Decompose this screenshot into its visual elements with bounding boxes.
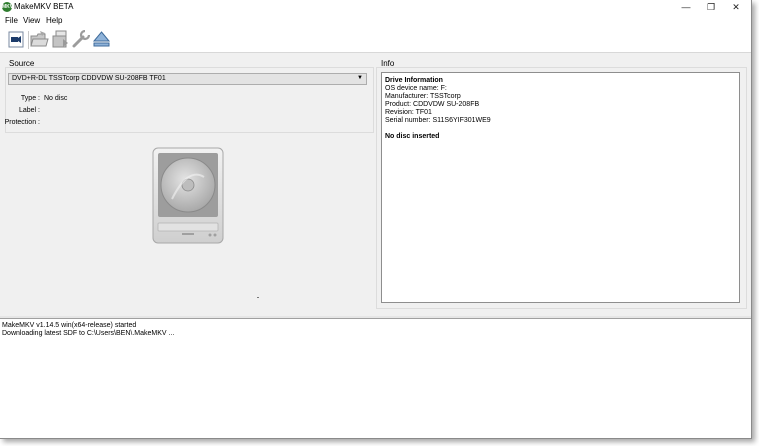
backup-icon[interactable]	[51, 30, 70, 49]
info-line: Manufacturer: TSSTcorp	[385, 93, 461, 100]
info-line: Revision: TF01	[385, 109, 432, 116]
info-line: OS device name: F:	[385, 85, 447, 92]
menu-view[interactable]: View	[23, 16, 40, 25]
drive-disc-icon[interactable]	[152, 147, 224, 244]
log-panel[interactable]: MakeMKV v1.14.5 win(x64-release) started…	[0, 318, 751, 438]
status-dot	[257, 297, 259, 298]
eject-icon[interactable]	[92, 30, 111, 49]
protection-label: Protection :	[4, 119, 40, 126]
makemkv-window: MKV MakeMKV BETA — ❐ ✕ File View Help So…	[0, 0, 752, 439]
chevron-down-icon: ▼	[357, 75, 363, 81]
preferences-wrench-icon[interactable]	[71, 30, 90, 49]
drive-select-value: DVD+R-DL TSSTcorp CDDVDW SU-208FB TF01	[12, 75, 166, 82]
toolbar-separator	[28, 31, 29, 49]
info-panel: Drive Information OS device name: F: Man…	[381, 72, 740, 303]
minimize-button[interactable]: —	[673, 0, 699, 14]
type-label: Type :	[20, 95, 40, 102]
info-status: No disc inserted	[385, 133, 440, 140]
title-bar: MKV MakeMKV BETA — ❐ ✕	[0, 0, 751, 14]
menu-help[interactable]: Help	[46, 16, 62, 25]
drive-select[interactable]: DVD+R-DL TSSTcorp CDDVDW SU-208FB TF01 ▼	[8, 73, 367, 85]
menu-bar: File View Help	[0, 14, 751, 27]
info-line: Product: CDDVDW SU-208FB	[385, 101, 480, 108]
menu-file[interactable]: File	[5, 16, 18, 25]
app-logo-icon: MKV	[2, 2, 14, 12]
window-title: MakeMKV BETA	[14, 2, 74, 11]
label-label: Label :	[18, 107, 40, 114]
type-value: No disc	[44, 95, 68, 102]
info-heading: Drive Information	[385, 77, 443, 84]
restore-button[interactable]: ❐	[698, 0, 724, 14]
close-button[interactable]: ✕	[723, 0, 749, 14]
log-line: MakeMKV v1.14.5 win(x64-release) started	[2, 322, 137, 329]
info-line: Serial number: S11S6YIF301WE9	[385, 117, 491, 124]
log-line: Downloading latest SDF to C:\Users\BEN\.…	[2, 330, 175, 337]
open-disc-icon[interactable]	[7, 30, 26, 49]
toolbar	[0, 27, 751, 53]
open-files-icon[interactable]	[30, 30, 49, 49]
